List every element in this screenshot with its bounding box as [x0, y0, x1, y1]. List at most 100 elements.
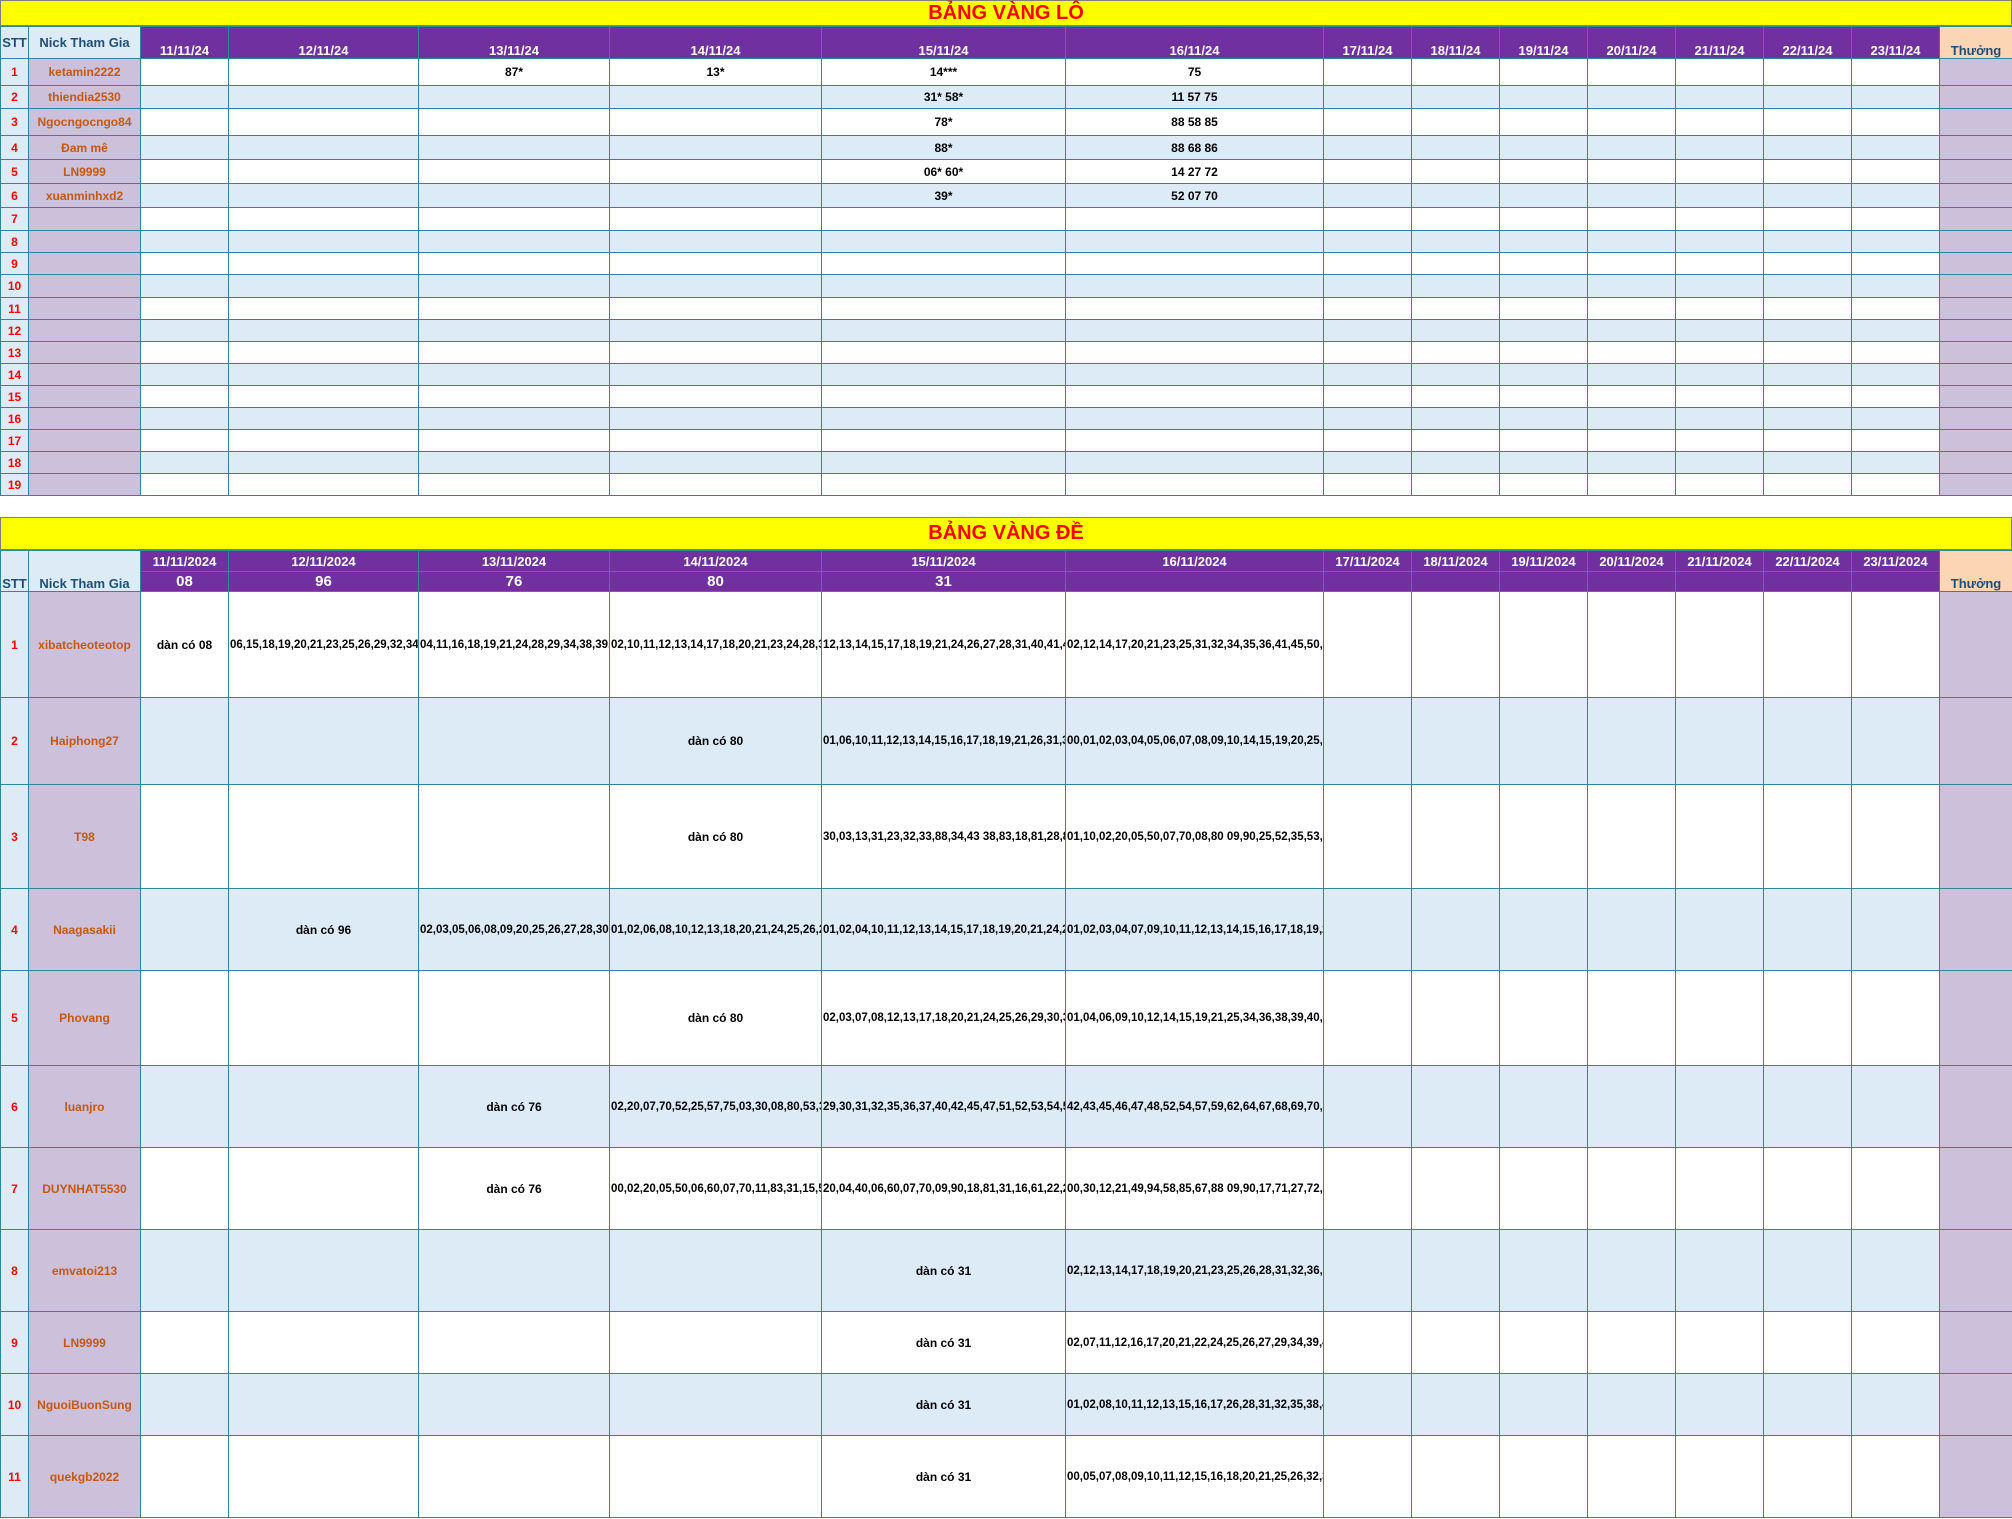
- pick-cell[interactable]: 12,13,14,15,17,18,19,21,24,26,27,28,31,4…: [821, 591, 1066, 698]
- pick-cell[interactable]: [1411, 1065, 1500, 1148]
- pick-cell[interactable]: [228, 1229, 419, 1312]
- pick-cell[interactable]: 04,11,16,18,19,21,24,28,29,34,38,39,40,4…: [418, 591, 610, 698]
- pick-cell[interactable]: [1763, 451, 1852, 474]
- pick-cell[interactable]: [1411, 697, 1500, 785]
- pick-cell[interactable]: [609, 1311, 822, 1374]
- pick-cell[interactable]: [1587, 319, 1676, 342]
- pick-cell[interactable]: [1411, 451, 1500, 474]
- pick-cell[interactable]: [1851, 319, 1940, 342]
- reward-cell[interactable]: [1939, 697, 2012, 785]
- pick-cell[interactable]: 88 58 85: [1065, 108, 1324, 136]
- reward-cell[interactable]: [1939, 230, 2012, 253]
- pick-cell[interactable]: [1763, 697, 1852, 785]
- pick-cell[interactable]: [1499, 970, 1588, 1066]
- pick-cell[interactable]: 01,04,06,09,10,12,14,15,19,21,25,34,36,3…: [1065, 970, 1324, 1066]
- pick-cell[interactable]: 02,20,07,70,52,25,57,75,03,30,08,80,53,3…: [609, 1065, 822, 1148]
- reward-cell[interactable]: [1939, 429, 2012, 452]
- reward-cell[interactable]: [1939, 207, 2012, 231]
- pick-cell[interactable]: 42,43,45,46,47,48,52,54,57,59,62,64,67,6…: [1065, 1065, 1324, 1148]
- pick-cell[interactable]: [1411, 1311, 1500, 1374]
- pick-cell[interactable]: [1851, 363, 1940, 386]
- pick-cell[interactable]: [1675, 1229, 1764, 1312]
- pick-cell[interactable]: [1411, 1435, 1500, 1518]
- pick-cell[interactable]: [1065, 319, 1324, 342]
- pick-cell[interactable]: [1763, 58, 1852, 86]
- pick-cell[interactable]: [1587, 784, 1676, 889]
- pick-cell[interactable]: [228, 970, 419, 1066]
- reward-cell[interactable]: [1939, 1435, 2012, 1518]
- pick-cell[interactable]: [1411, 473, 1500, 496]
- pick-cell[interactable]: dàn có 76: [418, 1147, 610, 1230]
- pick-cell[interactable]: [1065, 297, 1324, 320]
- pick-cell[interactable]: [1499, 274, 1588, 298]
- pick-cell[interactable]: [1323, 407, 1412, 430]
- pick-cell[interactable]: [1851, 888, 1940, 971]
- pick-cell[interactable]: [821, 207, 1066, 231]
- reward-cell[interactable]: [1939, 341, 2012, 364]
- pick-cell[interactable]: [1499, 451, 1588, 474]
- pick-cell[interactable]: 31* 58*: [821, 85, 1066, 109]
- pick-cell[interactable]: dàn có 76: [418, 1065, 610, 1148]
- pick-cell[interactable]: [1499, 58, 1588, 86]
- pick-cell[interactable]: [1499, 230, 1588, 253]
- pick-cell[interactable]: [140, 207, 229, 231]
- pick-cell[interactable]: [228, 207, 419, 231]
- pick-cell[interactable]: [1411, 135, 1500, 160]
- pick-cell[interactable]: [1499, 297, 1588, 320]
- pick-cell[interactable]: [1587, 1373, 1676, 1436]
- pick-cell[interactable]: [1499, 385, 1588, 408]
- pick-cell[interactable]: [1851, 1147, 1940, 1230]
- pick-cell[interactable]: [418, 135, 610, 160]
- pick-cell[interactable]: [1587, 970, 1676, 1066]
- pick-cell[interactable]: dàn có 80: [609, 970, 822, 1066]
- pick-cell[interactable]: dàn có 31: [821, 1229, 1066, 1312]
- pick-cell[interactable]: [418, 297, 610, 320]
- pick-cell[interactable]: [1763, 1311, 1852, 1374]
- pick-cell[interactable]: [1587, 1065, 1676, 1148]
- pick-cell[interactable]: [1499, 319, 1588, 342]
- pick-cell[interactable]: [228, 274, 419, 298]
- pick-cell[interactable]: [609, 385, 822, 408]
- pick-cell[interactable]: [1851, 274, 1940, 298]
- pick-cell[interactable]: dàn có 96: [228, 888, 419, 971]
- pick-cell[interactable]: [1763, 159, 1852, 184]
- pick-cell[interactable]: [1675, 429, 1764, 452]
- pick-cell[interactable]: 30,03,13,31,23,32,33,88,34,43 38,83,18,8…: [821, 784, 1066, 889]
- pick-cell[interactable]: [1587, 429, 1676, 452]
- pick-cell[interactable]: [418, 1435, 610, 1518]
- pick-cell[interactable]: [821, 385, 1066, 408]
- pick-cell[interactable]: [140, 697, 229, 785]
- pick-cell[interactable]: [1587, 1147, 1676, 1230]
- pick-cell[interactable]: [140, 473, 229, 496]
- pick-cell[interactable]: [228, 451, 419, 474]
- pick-cell[interactable]: [1323, 429, 1412, 452]
- pick-cell[interactable]: [140, 183, 229, 208]
- pick-cell[interactable]: [1499, 591, 1588, 698]
- pick-cell[interactable]: [1499, 363, 1588, 386]
- pick-cell[interactable]: [1851, 385, 1940, 408]
- pick-cell[interactable]: [140, 85, 229, 109]
- pick-cell[interactable]: [1323, 274, 1412, 298]
- pick-cell[interactable]: [1323, 159, 1412, 184]
- pick-cell[interactable]: [1763, 888, 1852, 971]
- pick-cell[interactable]: [1587, 183, 1676, 208]
- pick-cell[interactable]: [1763, 1435, 1852, 1518]
- pick-cell[interactable]: [1323, 591, 1412, 698]
- pick-cell[interactable]: [140, 363, 229, 386]
- reward-cell[interactable]: [1939, 591, 2012, 698]
- pick-cell[interactable]: [1675, 207, 1764, 231]
- pick-cell[interactable]: [609, 252, 822, 275]
- reward-cell[interactable]: [1939, 274, 2012, 298]
- pick-cell[interactable]: [1851, 407, 1940, 430]
- pick-cell[interactable]: [1851, 429, 1940, 452]
- pick-cell[interactable]: [418, 784, 610, 889]
- pick-cell[interactable]: [1587, 207, 1676, 231]
- pick-cell[interactable]: [821, 230, 1066, 253]
- pick-cell[interactable]: [609, 85, 822, 109]
- pick-cell[interactable]: [228, 297, 419, 320]
- pick-cell[interactable]: [1499, 473, 1588, 496]
- pick-cell[interactable]: [609, 363, 822, 386]
- pick-cell[interactable]: [1499, 108, 1588, 136]
- pick-cell[interactable]: [1763, 429, 1852, 452]
- pick-cell[interactable]: dàn có 31: [821, 1311, 1066, 1374]
